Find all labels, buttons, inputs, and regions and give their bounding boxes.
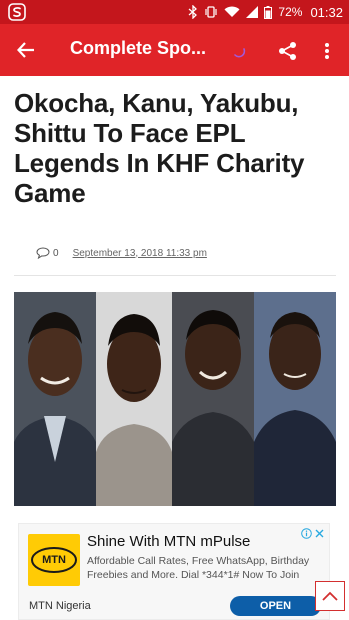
ad-title[interactable]: Shine With MTN mPulse: [87, 533, 250, 550]
share-button[interactable]: [274, 37, 302, 65]
featured-image[interactable]: [14, 292, 336, 506]
ad-banner[interactable]: MTN Shine With MTN mPulse Affordable Cal…: [18, 523, 330, 620]
arrow-back-icon: [17, 42, 34, 58]
loading-spinner-icon: [234, 48, 246, 58]
share-icon: [279, 42, 296, 60]
ad-advertiser: MTN Nigeria: [29, 600, 91, 612]
portrait-panel: [254, 292, 336, 506]
app-bar-title: Complete Spo...: [70, 38, 207, 58]
more-vert-icon: [325, 43, 329, 59]
portrait-panel: [96, 292, 172, 506]
signal-icon: [246, 6, 259, 18]
battery-percent: 72%: [278, 5, 303, 19]
clock: 01:32: [310, 4, 343, 20]
ad-choices[interactable]: [301, 527, 325, 539]
ad-info-icon[interactable]: [301, 527, 312, 539]
comment-count[interactable]: 0: [53, 248, 59, 259]
mtn-logo: MTN: [28, 534, 80, 586]
portrait-panel: [14, 292, 96, 506]
status-bar: 72% 01:32: [0, 0, 349, 24]
ad-description: Affordable Call Rates, Free WhatsApp, Bi…: [87, 555, 310, 581]
mtn-logo-text: MTN: [42, 554, 66, 566]
article-date[interactable]: September 13, 2018 11:33 pm: [73, 248, 207, 259]
chevron-up-icon: [322, 591, 338, 601]
comment-icon[interactable]: [36, 247, 50, 259]
vibrate-icon: [204, 6, 218, 18]
more-options-button[interactable]: [316, 37, 338, 65]
back-button[interactable]: [12, 36, 40, 64]
divider: [14, 275, 336, 276]
wifi-icon: [224, 6, 240, 18]
article-title: Okocha, Kanu, Yakubu, Shittu To Face EPL…: [14, 88, 305, 208]
app-logo-icon: [8, 3, 26, 21]
scroll-to-top-button[interactable]: [315, 581, 345, 611]
ad-open-button[interactable]: OPEN: [230, 596, 321, 616]
app-bar: Complete Spo...: [0, 24, 349, 76]
ad-close-icon[interactable]: [314, 528, 325, 539]
battery-icon: [264, 5, 273, 19]
article-meta: 0 September 13, 2018 11:33 pm: [36, 245, 207, 261]
bluetooth-icon: [188, 5, 198, 19]
portrait-panel: [172, 292, 254, 506]
